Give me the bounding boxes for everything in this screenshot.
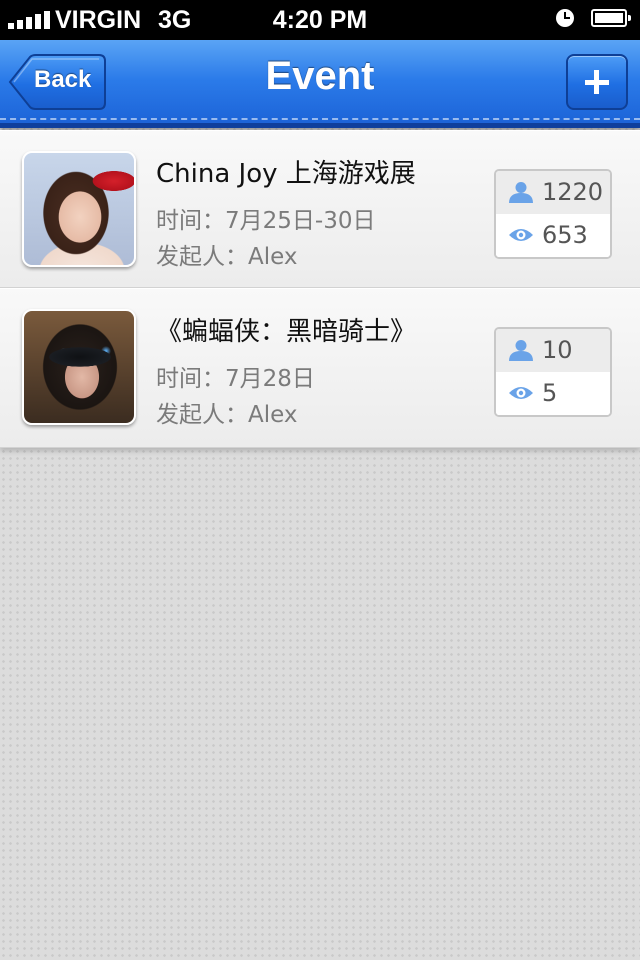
status-bar: VIRGIN 3G 4:20 PM: [0, 0, 640, 40]
eye-icon: [509, 229, 533, 241]
views-row: 5: [496, 372, 610, 415]
back-button[interactable]: Back: [8, 54, 107, 110]
event-title: 《蝙蝠侠：黑暗骑士》: [156, 317, 417, 347]
event-list-item[interactable]: 《蝙蝠侠：黑暗骑士》 时间：7月28日 发起人：Alex 10 5: [0, 288, 640, 448]
person-icon: [509, 340, 533, 361]
participants-row: 1220: [496, 171, 610, 214]
participant-count: 1220: [542, 178, 604, 206]
status-time: 4:20 PM: [272, 6, 368, 34]
participant-count: 10: [542, 336, 573, 364]
view-count: 5: [542, 379, 558, 407]
views-row: 653: [496, 214, 610, 257]
event-thumbnail: [22, 309, 136, 425]
event-organizer: 发起人：Alex: [156, 402, 298, 428]
event-stats: 1220 653: [494, 169, 612, 259]
participants-row: 10: [496, 329, 610, 372]
add-event-button[interactable]: [566, 54, 628, 110]
person-icon: [509, 182, 533, 203]
event-thumbnail: [22, 151, 136, 267]
alarm-clock-icon: [556, 9, 574, 27]
event-time: 时间：7月28日: [156, 366, 315, 392]
navigation-bar: Back Event: [0, 40, 640, 128]
event-list: China Joy 上海游戏展 时间：7月25日-30日 发起人：Alex 12…: [0, 130, 640, 448]
view-count: 653: [542, 221, 588, 249]
event-organizer: 发起人：Alex: [156, 244, 298, 270]
event-title: China Joy 上海游戏展: [156, 159, 416, 189]
event-time: 时间：7月25日-30日: [156, 208, 376, 234]
event-list-item[interactable]: China Joy 上海游戏展 时间：7月25日-30日 发起人：Alex 12…: [0, 130, 640, 288]
back-button-label: Back: [34, 66, 92, 93]
battery-icon: [591, 9, 631, 27]
eye-icon: [509, 387, 533, 399]
stitch-divider: [0, 118, 640, 120]
event-stats: 10 5: [494, 327, 612, 417]
page-title: Event: [265, 54, 375, 98]
